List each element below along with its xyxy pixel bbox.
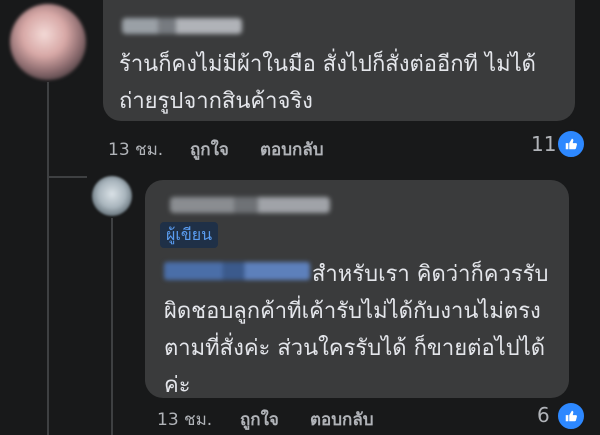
like-button[interactable]: ถูกใจ xyxy=(190,136,229,163)
avatar[interactable] xyxy=(10,4,86,80)
comment-timestamp[interactable]: 13 ชม. xyxy=(157,406,212,433)
avatar[interactable] xyxy=(92,176,132,216)
reaction-count[interactable]: 6 xyxy=(537,403,550,427)
reaction-count[interactable]: 11 xyxy=(531,132,556,156)
comment-text: สำหรับเรา คิดว่าก็ควรรับผิดชอบลูกค้าที่เ… xyxy=(164,262,549,398)
author-badge: ผู้เขียน xyxy=(160,222,219,248)
thread-line-branch xyxy=(47,176,87,178)
comment-timestamp[interactable]: 13 ชม. xyxy=(108,136,163,163)
reply-button[interactable]: ตอบกลับ xyxy=(260,136,324,163)
commenter-name[interactable] xyxy=(170,197,330,213)
comment-text: ร้านก็คงไม่มีผ้าในมือ สั่งไปก็สั่งต่ออีก… xyxy=(119,52,536,114)
thumbs-up-icon[interactable] xyxy=(556,401,586,431)
reply-button[interactable]: ตอบกลับ xyxy=(310,406,374,433)
commenter-name[interactable] xyxy=(122,18,242,34)
thread-line-main xyxy=(47,82,49,435)
like-button[interactable]: ถูกใจ xyxy=(240,406,279,433)
thumbs-up-icon[interactable] xyxy=(556,129,586,159)
thread-line-reply xyxy=(111,218,113,435)
